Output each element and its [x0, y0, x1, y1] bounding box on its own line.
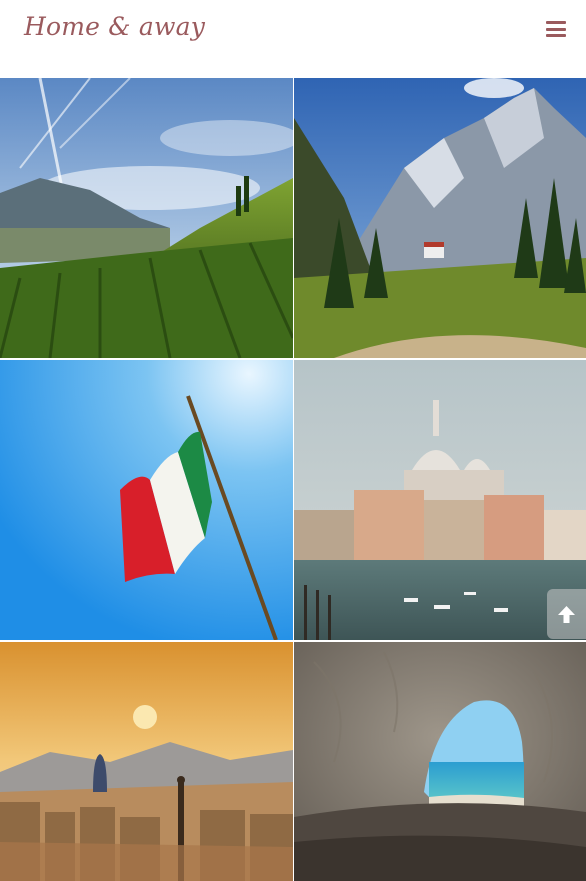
- site-header: Home & away: [0, 0, 586, 78]
- city-sunset-photo[interactable]: [0, 642, 293, 881]
- hamburger-menu-icon[interactable]: [546, 21, 566, 37]
- italian-flag-photo[interactable]: [0, 360, 293, 640]
- venice-canal-photo[interactable]: [294, 360, 586, 640]
- site-brand-link[interactable]: Home & away: [24, 12, 205, 41]
- back-to-top-button[interactable]: [547, 589, 586, 639]
- vineyard-photo[interactable]: [0, 78, 293, 358]
- sea-cave-photo[interactable]: [294, 642, 586, 881]
- photo-gallery: [0, 78, 586, 881]
- arrow-up-icon: [558, 606, 575, 623]
- dolomites-photo[interactable]: [294, 78, 586, 358]
